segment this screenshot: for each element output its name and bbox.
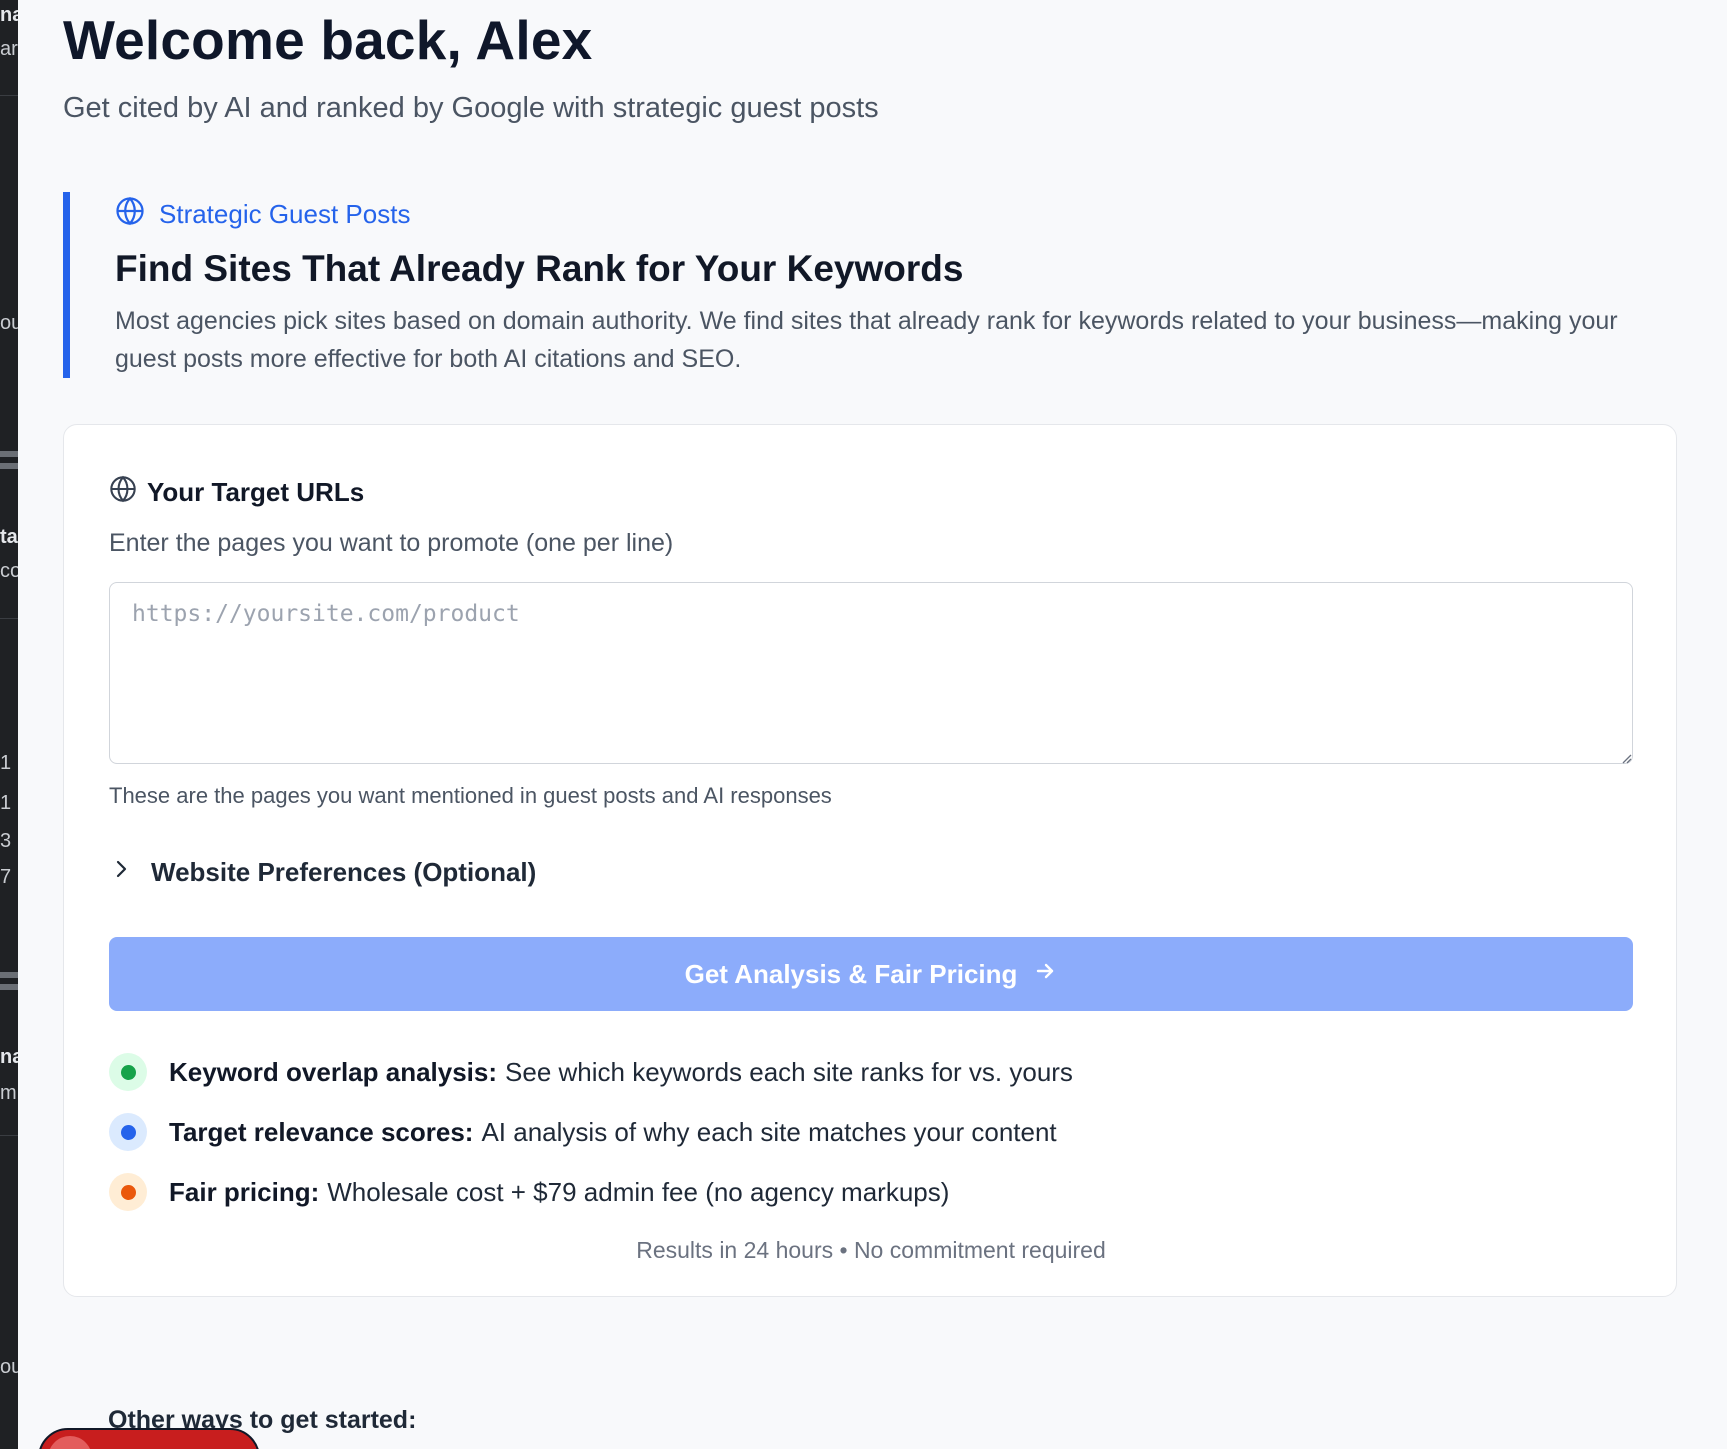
feature-text: Wholesale cost + $79 admin fee (no agenc… [327, 1176, 950, 1207]
strip-fragment: ou [0, 1356, 18, 1378]
get-analysis-label: Get Analysis & Fair Pricing [684, 958, 1018, 989]
callout-description: Most agencies pick sites based on domain… [115, 307, 1618, 373]
floating-record-button[interactable] [38, 1428, 260, 1449]
strip-fragment: ar [0, 38, 18, 60]
status-dot-icon [109, 1113, 147, 1151]
strip-scroll-mark [0, 984, 18, 990]
record-knob-icon [48, 1436, 92, 1449]
target-urls-card: Your Target URLs Enter the pages you wan… [63, 424, 1677, 1297]
strip-scroll-mark [0, 451, 18, 457]
feature-list: Keyword overlap analysis: See which keyw… [109, 1042, 1073, 1222]
feature-text: AI analysis of why each site matches you… [481, 1116, 1057, 1147]
card-header: Your Target URLs [109, 475, 364, 510]
strip-divider [0, 1135, 18, 1136]
arrow-right-icon [1033, 959, 1057, 990]
feature-text: See which keywords each site ranks for v… [505, 1056, 1073, 1087]
input-help-text: These are the pages you want mentioned i… [109, 783, 832, 808]
main-page: Welcome back, Alex Get cited by AI and r… [18, 0, 1727, 1449]
strip-fragment: co [0, 560, 18, 582]
callout-title: Find Sites That Already Rank for Your Ke… [115, 248, 964, 289]
strip-fragment: m [0, 1082, 17, 1104]
website-preferences-toggle[interactable]: Website Preferences (Optional) [109, 857, 536, 888]
strip-scroll-mark [0, 463, 18, 469]
get-analysis-button[interactable]: Get Analysis & Fair Pricing [109, 937, 1633, 1011]
strip-fragment: na [0, 1046, 18, 1068]
page-title: Welcome back, Alex [63, 9, 593, 71]
card-header-label: Your Target URLs [147, 477, 365, 507]
feature-item: Fair pricing: Wholesale cost + $79 admin… [109, 1162, 1073, 1222]
globe-icon [115, 196, 145, 233]
feature-item: Keyword overlap analysis: See which keyw… [109, 1042, 1073, 1102]
chevron-right-icon [109, 857, 133, 888]
feature-title: Fair pricing: [169, 1176, 320, 1207]
callout-tag-label: Strategic Guest Posts [159, 199, 411, 229]
globe-icon [109, 475, 137, 510]
feature-title: Target relevance scores: [169, 1116, 474, 1147]
strategy-callout: Strategic Guest Posts Find Sites That Al… [63, 192, 1663, 378]
target-urls-input[interactable] [109, 582, 1633, 764]
results-footnote: Results in 24 hours • No commitment requ… [636, 1237, 1106, 1263]
strip-fragment: 1 [0, 792, 12, 814]
page-subtitle: Get cited by AI and ranked by Google wit… [63, 92, 879, 124]
feature-title: Keyword overlap analysis: [169, 1056, 498, 1087]
strip-fragment: ta [0, 526, 18, 548]
strip-fragment: ou [0, 312, 18, 334]
status-dot-icon [109, 1053, 147, 1091]
website-preferences-label: Website Preferences (Optional) [151, 857, 537, 887]
callout-tag: Strategic Guest Posts [115, 196, 410, 233]
status-dot-icon [109, 1173, 147, 1211]
left-window-edge: na ar ou ta co 1 1 3 7 na m ou [0, 0, 18, 1449]
strip-fragment: 3 [0, 830, 12, 852]
strip-fragment: 7 [0, 866, 12, 888]
resize-handle-icon[interactable] [1620, 751, 1632, 764]
feature-item: Target relevance scores: AI analysis of … [109, 1102, 1073, 1162]
strip-fragment: na [0, 4, 18, 26]
strip-divider [0, 95, 18, 96]
strip-divider [0, 618, 18, 619]
strip-scroll-mark [0, 972, 18, 978]
strip-fragment: 1 [0, 752, 12, 774]
card-instruction: Enter the pages you want to promote (one… [109, 529, 674, 557]
